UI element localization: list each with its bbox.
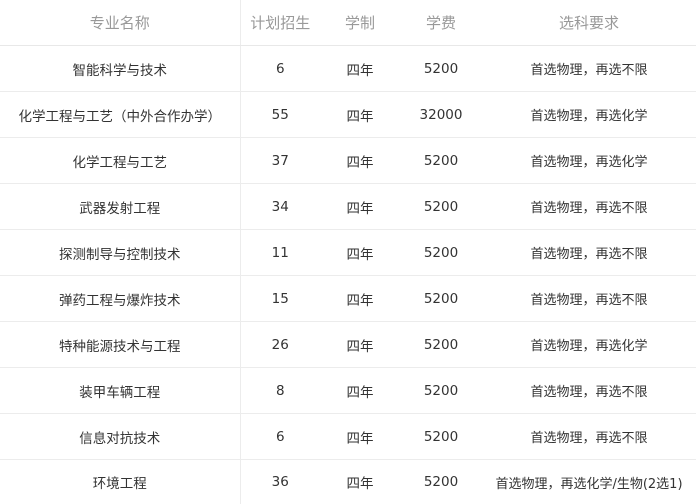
table-body: 智能科学与技术 6 四年 5200 首选物理，再选不限 化学工程与工艺（中外合作…	[0, 45, 696, 504]
cell-duration: 四年	[320, 45, 400, 92]
cell-duration: 四年	[320, 137, 400, 184]
cell-duration: 四年	[346, 476, 374, 492]
cell-tuition: 5200	[400, 367, 482, 414]
cell-subject-requirement: 首选物理，再选化学	[482, 137, 696, 184]
cell-tuition: 5200	[400, 275, 482, 322]
header-row: 专业名称 计划招生 学制 学费 选科要求	[0, 0, 696, 46]
table-row: 信息对抗技术 6 四年 5200 首选物理，再选不限	[0, 413, 696, 460]
cell-plan-count: 11	[240, 229, 320, 276]
cell-plan-count: 8	[240, 367, 320, 414]
cell-plan-count: 34	[240, 183, 320, 230]
table-row: 装甲车辆工程 8 四年 5200 首选物理，再选不限	[0, 367, 696, 414]
cell-duration: 四年	[320, 183, 400, 230]
table-row: 特种能源技术与工程 26 四年 5200 首选物理，再选化学	[0, 321, 696, 368]
cell-tuition: 32000	[400, 91, 482, 138]
cell-plan-count: 36	[271, 474, 289, 490]
cell-major-name: 装甲车辆工程	[0, 367, 241, 414]
cell-subject-requirement: 首选物理，再选化学	[482, 91, 696, 138]
cell-major-name: 化学工程与工艺（中外合作办学）	[0, 91, 241, 138]
header-tuition: 学费	[400, 0, 482, 46]
table-row: 化学工程与工艺（中外合作办学） 55 四年 32000 首选物理，再选化学	[0, 91, 696, 138]
header-major-name: 专业名称	[0, 0, 241, 46]
cell-major-name: 智能科学与技术	[0, 45, 241, 92]
table-row: 弹药工程与爆炸技术 15 四年 5200 首选物理，再选不限	[0, 275, 696, 322]
table-row: 环境工程 36 四年 5200 首选物理，再选化学/生物(2选1)	[0, 459, 696, 504]
cell-subject-requirement: 首选物理，再选不限	[482, 229, 696, 276]
cell-major-name: 化学工程与工艺	[0, 137, 241, 184]
cell-major-name: 弹药工程与爆炸技术	[0, 275, 241, 322]
cell-subject-requirement: 首选物理，再选不限	[482, 45, 696, 92]
cell-tuition: 5200	[400, 45, 482, 92]
cell-tuition: 5200	[400, 183, 482, 230]
cell-duration: 四年	[320, 275, 400, 322]
cell-subject-requirement: 首选物理，再选不限	[482, 275, 696, 322]
cell-subject-requirement: 首选物理，再选不限	[482, 367, 696, 414]
cell-major-name: 武器发射工程	[0, 183, 241, 230]
cell-major-name: 特种能源技术与工程	[0, 321, 241, 368]
header-duration: 学制	[320, 0, 400, 46]
header-subject-requirement: 选科要求	[482, 0, 696, 46]
cell-tuition: 5200	[400, 137, 482, 184]
cell-major-name: 探测制导与控制技术	[0, 229, 241, 276]
cell-major-name: 信息对抗技术	[0, 413, 241, 460]
cell-duration: 四年	[320, 91, 400, 138]
cell-plan-count: 37	[240, 137, 320, 184]
cell-plan-count: 15	[240, 275, 320, 322]
cell-plan-count: 26	[240, 321, 320, 368]
cell-plan-count: 6	[240, 413, 320, 460]
cell-tuition: 5200	[423, 474, 459, 490]
cell-duration: 四年	[320, 367, 400, 414]
cell-tuition: 5200	[400, 413, 482, 460]
cell-subject-requirement: 首选物理，再选化学/生物(2选1)	[495, 476, 683, 492]
table-row: 化学工程与工艺 37 四年 5200 首选物理，再选化学	[0, 137, 696, 184]
cell-duration: 四年	[320, 413, 400, 460]
cell-tuition: 5200	[400, 321, 482, 368]
cell-subject-requirement: 首选物理，再选不限	[482, 413, 696, 460]
table-header: 专业名称 计划招生 学制 学费 选科要求	[0, 0, 696, 46]
cell-duration: 四年	[320, 321, 400, 368]
cell-plan-count: 55	[240, 91, 320, 138]
cell-subject-requirement: 首选物理，再选不限	[482, 183, 696, 230]
cell-tuition: 5200	[400, 229, 482, 276]
cell-subject-requirement: 首选物理，再选化学	[482, 321, 696, 368]
cell-major-name: 环境工程	[0, 459, 241, 504]
header-plan-count: 计划招生	[240, 0, 320, 46]
cell-duration: 四年	[320, 229, 400, 276]
table-row: 智能科学与技术 6 四年 5200 首选物理，再选不限	[0, 45, 696, 92]
table-row: 武器发射工程 34 四年 5200 首选物理，再选不限	[0, 183, 696, 230]
cell-plan-count: 6	[240, 45, 320, 92]
table-row: 探测制导与控制技术 11 四年 5200 首选物理，再选不限	[0, 229, 696, 276]
admission-plan-table: 专业名称 计划招生 学制 学费 选科要求 智能科学与技术 6 四年 5200 首…	[0, 0, 696, 504]
